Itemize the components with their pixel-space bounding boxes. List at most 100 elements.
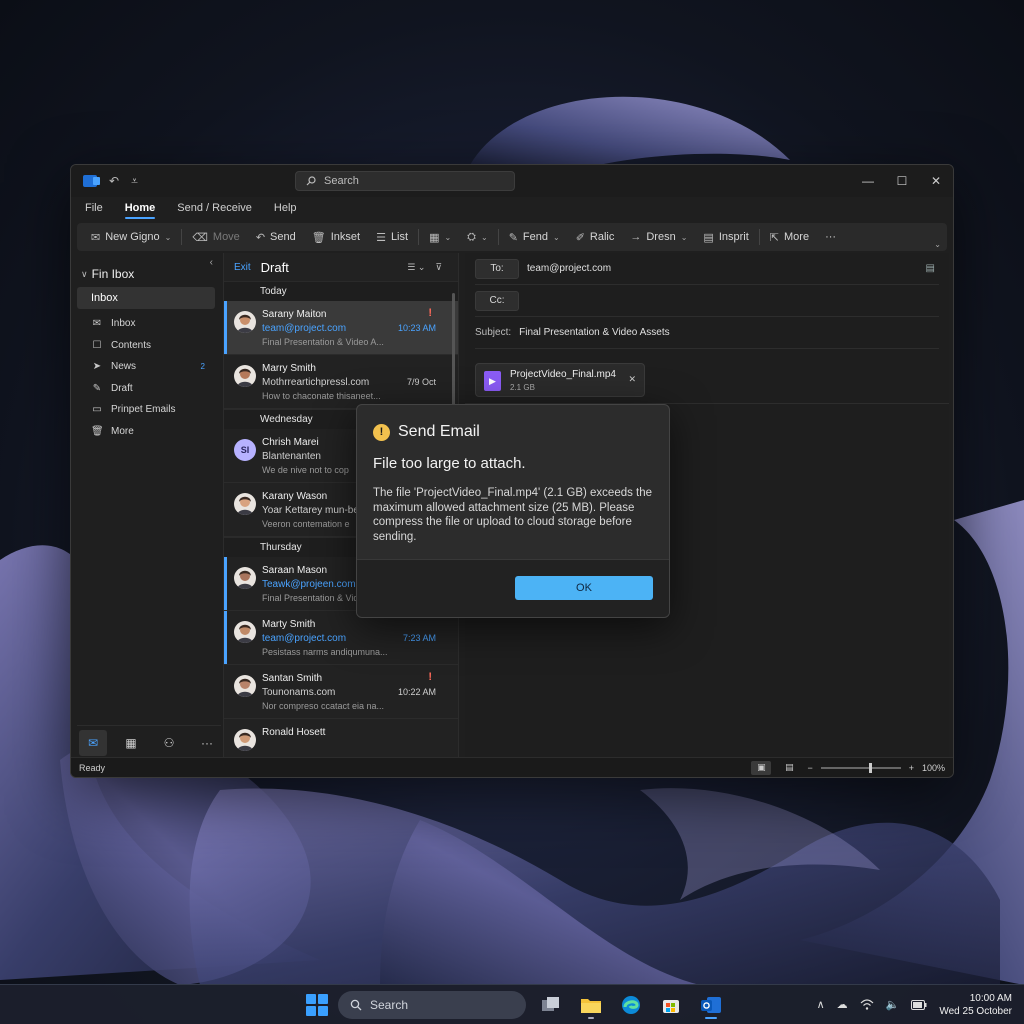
outlook-taskbar-icon[interactable] [696,990,726,1020]
menu-file[interactable]: File [85,197,103,219]
address-book-icon[interactable]: ▤ [926,263,935,274]
folder-item-prinpet-emails[interactable]: ▭ Prinpet Emails [71,399,221,421]
folder-item-contents[interactable]: ☐ Contents [71,335,221,357]
ribbon-button-list[interactable]: ☰ List [368,226,416,248]
clock-date: Wed 25 October [939,1005,1012,1017]
start-button-icon[interactable] [306,993,328,1016]
clock[interactable]: 10:00 AM Wed 25 October [939,992,1012,1018]
taskbar-search-placeholder: Search [370,997,409,1012]
ribbon-button-send[interactable]: ↶ Send [248,226,304,248]
ribbon-button-insprit[interactable]: ▤ Insprit [695,226,756,248]
avatar [234,621,256,643]
undo-icon[interactable]: ↶ [109,174,119,188]
collapse-pane-icon[interactable]: ‹ [210,257,213,268]
file-explorer-icon[interactable] [576,990,606,1020]
mailbox-header[interactable]: ∨ Fin Ibox [71,253,221,281]
sender-name: Chrish Marei [262,437,319,448]
message-list-item[interactable]: Marty Smith team@project.com Pesistass nar… [224,611,458,665]
message-list-item[interactable]: Marry Smith Mothrreartichpressl.com How to… [224,355,458,409]
ok-button[interactable]: OK [515,576,653,600]
sender-name: Ronald Hosett [262,727,326,738]
ribbon-button-move[interactable]: ⌫ Move [184,226,247,248]
onedrive-icon[interactable]: ☁ [837,998,848,1011]
ribbon-button-ralic[interactable]: ✐ Ralic [568,226,623,248]
menu-send-receive[interactable]: Send / Receive [177,197,252,219]
mail-module-icon[interactable]: ✉ [79,729,107,756]
folder-label: More [111,425,134,437]
ribbon-button-new-gigno[interactable]: ✉ New Gigno ⌄ [83,226,179,248]
ribbon-toolbar: ✉ New Gigno ⌄ ⌫ Move ↶ Send 🗑 Inkset ☰ List ▦ ⌄ ⛭ ⌄ ✎ Fe… [77,223,947,251]
message-preview: Nor compreso ccatact eia na... [262,701,385,711]
volume-icon[interactable]: 🔈 [886,998,900,1011]
folder-item-more[interactable]: 🗑 More [71,421,221,443]
task-view-icon[interactable] [536,990,566,1020]
subject-row: Subject: Final Presentation & Video Asse… [475,317,939,349]
tab-draft[interactable]: Draft [261,260,289,275]
ribbon-button-share[interactable]: ⛭ ⌄ [459,226,496,248]
sender-name: Saraan Mason [262,565,328,576]
search-placeholder: Search [324,175,359,187]
avatar [234,729,256,751]
folder-label: Draft [111,382,133,394]
more-modules-icon[interactable]: ··· [193,730,221,756]
window-controls: — ☐ ✕ [851,165,953,197]
ribbon-button-[interactable]: ··· [817,226,844,248]
attachment-chip[interactable]: ▶ ProjectVideo_Final.mp4 2.1 GB ✕ [475,363,645,397]
menu-home[interactable]: Home [124,197,155,219]
zoom-in-button[interactable]: + [909,763,914,773]
attachment-name: ProjectVideo_Final.mp4 [510,369,616,380]
zoom-slider[interactable] [820,762,901,773]
folder-item-news[interactable]: ➤ News 2 [71,356,221,378]
zoom-out-button[interactable]: − [807,763,812,773]
avatar [234,493,256,515]
minimize-button[interactable]: — [851,165,885,197]
maximize-button[interactable]: ☐ [885,165,919,197]
to-row: To: team@project.com ▤ [475,253,939,285]
battery-icon[interactable] [911,999,927,1010]
sender-name: Sarany Maiton [262,309,327,320]
ribbon-collapse-icon[interactable]: ⌄ [934,240,941,249]
folder-label: Contents [111,339,152,351]
close-button[interactable]: ✕ [919,165,953,197]
people-module-icon[interactable]: ⚇ [155,730,183,756]
reading-view-icon[interactable]: ▤ [779,761,799,775]
zoom-level[interactable]: 100% [922,763,945,773]
ribbon-button-fend[interactable]: ✎ Fend ⌄ [501,226,568,248]
remove-attachment-icon[interactable]: ✕ [628,374,636,385]
filter-icon[interactable]: ⊽ [435,262,442,273]
edit-icon: ✎ [508,231,518,244]
folder-item-draft[interactable]: ✎ Draft [71,378,221,400]
subject-field[interactable]: Final Presentation & Video Assets [519,327,669,338]
ribbon-separator [418,229,420,245]
ribbon-separator [181,229,183,245]
message-list-item[interactable]: Santan Smith Tounonams.com Nor compreso cc… [224,665,458,719]
taskbar-search[interactable]: Search [338,990,526,1019]
search-input[interactable]: Search [295,171,515,191]
ribbon-button-inkset[interactable]: 🗑 Inkset [304,226,368,248]
calendar-module-icon[interactable]: ▦ [117,730,145,756]
to-button[interactable]: To: [475,258,519,279]
ribbon-button-more[interactable]: ⇱ More [762,226,817,248]
folder-item-inbox[interactable]: ✉ Inbox [71,313,221,335]
customize-toolbar-icon[interactable]: ⩡ [131,174,138,189]
ribbon-button-template[interactable]: ▦ ⌄ [421,226,459,248]
menu-help[interactable]: Help [274,197,297,219]
folder-selected-inbox[interactable]: Inbox [77,287,215,309]
normal-view-icon[interactable]: ▣ [751,760,772,775]
sort-icon[interactable]: ☰ ⌄ [407,262,425,273]
message-list-item[interactable]: Sarany Maiton team@project.com Final Prese… [224,301,458,355]
edge-browser-icon[interactable] [616,990,646,1020]
chevron-up-icon[interactable]: ∧ [817,998,825,1011]
high-importance-icon: ! [428,307,432,319]
message-time: 7:23 AM [402,633,436,643]
wifi-icon[interactable] [860,998,874,1011]
tab-exit[interactable]: Exit [234,262,251,273]
message-time: 7/9 Oct [406,377,436,387]
to-field[interactable]: team@project.com [527,263,611,274]
cc-button[interactable]: Cc: [475,290,519,311]
ribbon-button-dresn[interactable]: → Dresn ⌄ [622,226,695,248]
sender-email: Yoar Kettarey mun-bek [262,505,364,516]
store-icon[interactable] [656,990,686,1020]
message-list-item[interactable]: Ronald Hosett [224,719,458,759]
zoom-slider-thumb[interactable] [868,762,872,773]
